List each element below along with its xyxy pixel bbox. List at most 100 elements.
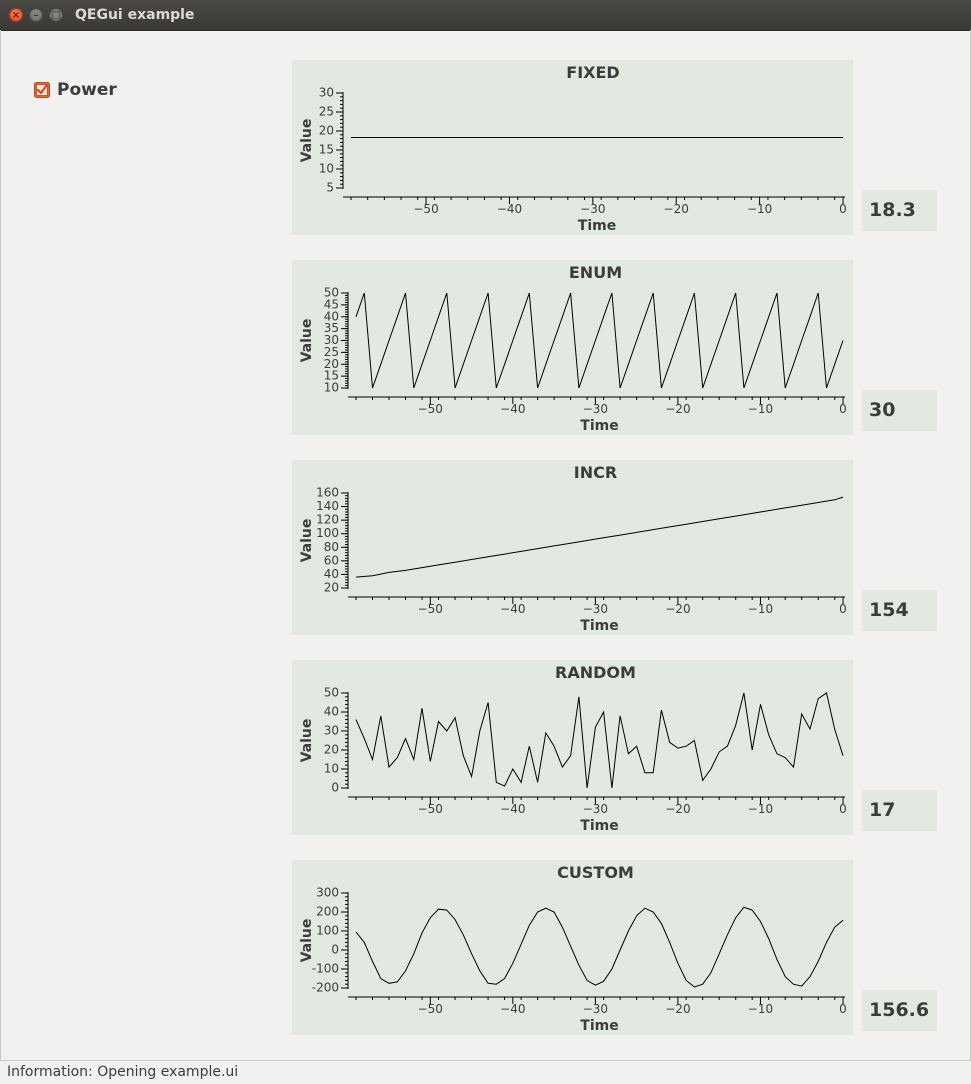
data-series-line [355, 906, 844, 988]
x-axis-label: Time [580, 818, 618, 834]
y-tick-label: 120 [316, 513, 339, 527]
y-tick-label: 30 [324, 724, 339, 738]
plot-custom: CUSTOM Value Time -200 -100 0 100 200 300 −50 −40 −… [292, 860, 853, 1035]
x-tick-label: 0 [839, 802, 847, 816]
maximize-window-button[interactable]: □ [49, 8, 63, 22]
y-tick-label: 160 [316, 486, 339, 500]
plot-incr: INCR Value Time 20 40 60 80 100 120 140 160 −50 −40 −… [292, 460, 853, 635]
x-axis-label: Time [578, 218, 616, 234]
chart-title: FIXED [566, 63, 619, 82]
y-axis-label: Value [299, 319, 315, 363]
status-message: Information: Opening example.ui [7, 1064, 239, 1080]
y-axis-label: Value [299, 119, 315, 163]
plot-fixed: FIXED Value Time 5 10 15 20 25 30 −50 −40 −30 −20 −10… [292, 60, 853, 235]
x-tick-label: −40 [500, 1002, 525, 1016]
window-border-left [0, 30, 1, 1060]
power-checkbox[interactable] [34, 82, 50, 98]
x-tick-label: −20 [665, 602, 690, 616]
x-tick-label: −20 [664, 202, 689, 216]
y-tick-label: -200 [312, 981, 339, 995]
chart-title: CUSTOM [557, 863, 634, 882]
y-tick-label: 200 [316, 905, 339, 919]
power-label: Power [57, 80, 117, 100]
y-tick-label: 40 [324, 705, 339, 719]
x-tick-label: −40 [500, 602, 525, 616]
x-axis-label: Time [580, 618, 618, 634]
x-tick-label: −10 [748, 1002, 773, 1016]
y-tick-label: 15 [319, 143, 334, 157]
chart-title: INCR [574, 463, 617, 482]
window-titlebar: × – □ QEGui example [0, 0, 971, 31]
x-tick-label: −10 [748, 802, 773, 816]
y-tick-label: 0 [331, 781, 339, 795]
y-tick-label: 60 [324, 553, 339, 567]
y-tick-label: 80 [324, 540, 339, 554]
x-tick-label: −50 [418, 802, 443, 816]
x-tick-label: −30 [583, 402, 608, 416]
x-tick-label: −20 [665, 802, 690, 816]
status-bar: Information: Opening example.ui [0, 1060, 971, 1084]
y-axis-label: Value [299, 719, 315, 763]
minimize-window-button[interactable]: – [29, 8, 43, 22]
x-tick-label: −20 [665, 1002, 690, 1016]
x-tick-label: −40 [500, 802, 525, 816]
y-tick-label: 40 [324, 567, 339, 581]
readout-fixed: 18.3 [862, 190, 937, 231]
plot-incr-svg: INCR Value Time 20406080100120140160 −50 −40 −… [299, 463, 847, 634]
x-tick-label: −50 [418, 602, 443, 616]
x-tick-label: −30 [583, 602, 608, 616]
plot-enum: ENUM Value Time 10 15 20 25 30 35 40 45 50 −50 −40 −30… [292, 260, 853, 435]
y-tick-label: 0 [331, 943, 339, 957]
y-tick-label: 100 [316, 526, 339, 540]
x-tick-label: −30 [583, 1002, 608, 1016]
readout-incr: 154 [862, 590, 937, 631]
y-axis-label: Value [299, 919, 315, 963]
x-tick-label: −50 [418, 402, 443, 416]
x-axis-label: Time [580, 418, 618, 434]
x-tick-label: 0 [839, 202, 847, 216]
y-tick-label: 300 [316, 886, 339, 900]
y-tick-label: 25 [319, 105, 334, 119]
plot-random: RANDOM Value Time 0 10 20 30 40 50 −50 −40 −30 −20 −1… [292, 660, 853, 835]
x-tick-label: −30 [583, 802, 608, 816]
y-tick-label: 30 [319, 86, 334, 100]
y-tick-label: -100 [312, 962, 339, 976]
y-tick-label: 5 [326, 181, 334, 195]
data-series-line [355, 292, 844, 389]
x-tick-label: −50 [413, 202, 438, 216]
data-series-line [355, 496, 844, 578]
data-series-line [355, 692, 844, 789]
close-window-button[interactable]: × [9, 8, 23, 22]
readout-custom: 156.6 [862, 990, 937, 1031]
plot-enum-svg: ENUMValueTime101520253035404550−50 −40 −30… [299, 263, 847, 434]
y-tick-label: 50 [324, 286, 339, 300]
readout-random: 17 [862, 790, 937, 831]
x-tick-label: −30 [580, 202, 605, 216]
plot-random-svg: RANDOM Value Time 0 10 20 30 40 50 −50 −40 −30 −20 −1… [299, 663, 847, 834]
x-tick-label: −40 [500, 402, 525, 416]
y-tick-label: 10 [324, 762, 339, 776]
y-tick-label: 10 [319, 162, 334, 176]
y-tick-label: 50 [324, 686, 339, 700]
x-tick-label: 0 [839, 402, 847, 416]
x-axis-label: Time [580, 1018, 618, 1034]
y-tick-label: 20 [324, 743, 339, 757]
y-tick-label: 140 [316, 499, 339, 513]
x-tick-label: −40 [497, 202, 522, 216]
y-tick-label: 100 [316, 924, 339, 938]
y-tick-label: 20 [324, 581, 339, 595]
chart-title: RANDOM [555, 663, 636, 682]
x-tick-label: −20 [665, 402, 690, 416]
chart-title: ENUM [569, 263, 622, 282]
window-title: QEGui example [75, 7, 195, 23]
x-tick-label: 0 [839, 1002, 847, 1016]
y-tick-label: 20 [319, 124, 334, 138]
x-tick-label: 0 [839, 602, 847, 616]
plot-custom-svg: CUSTOM Value Time -200 -100 0 100 200 300 −50 −40 −… [299, 863, 847, 1034]
x-tick-label: −10 [748, 602, 773, 616]
y-axis-label: Value [299, 519, 315, 563]
readout-enum: 30 [862, 390, 937, 431]
x-tick-label: −10 [748, 402, 773, 416]
x-tick-label: −50 [418, 1002, 443, 1016]
x-tick-label: −10 [747, 202, 772, 216]
